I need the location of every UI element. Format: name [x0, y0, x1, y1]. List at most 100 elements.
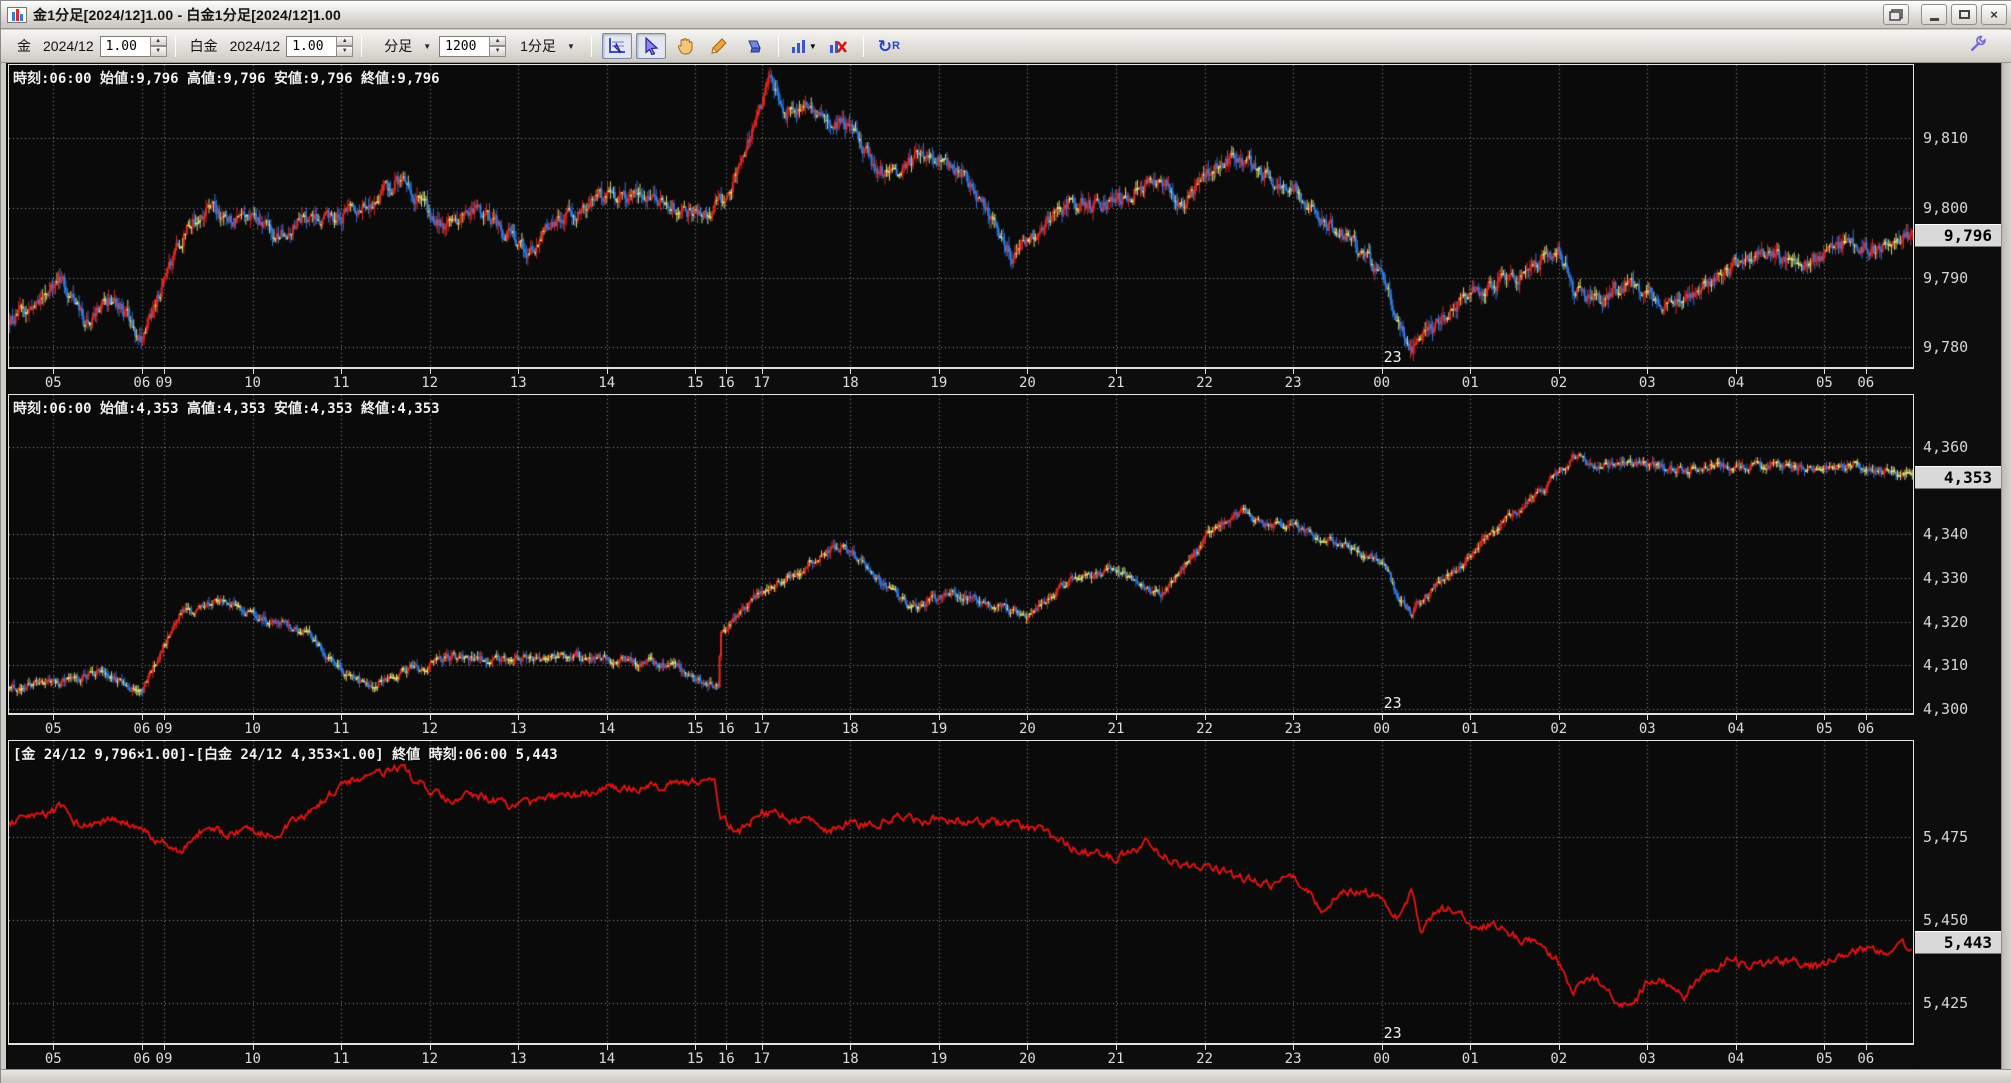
time-tick-label: 23	[1284, 721, 1302, 737]
time-tick-label: 13	[509, 721, 527, 737]
time-tick	[1115, 1045, 1117, 1050]
time-tick	[1735, 369, 1737, 374]
bar-chart-icon	[791, 40, 805, 53]
time-tick-label: 01	[1461, 375, 1479, 391]
time-tick	[341, 369, 343, 374]
chart-settings-button[interactable]	[601, 33, 632, 59]
toolbar: 金 2024/12 1.00 ▲ ▼ 白金 2024/12 1.00 ▲ ▼ 分足 …	[1, 30, 2011, 63]
gold-multiplier-down-button[interactable]: ▼	[149, 46, 167, 57]
time-tick-label: 04	[1727, 375, 1745, 391]
time-tick-label: 02	[1550, 375, 1568, 391]
time-tick-label: 05	[44, 375, 62, 391]
eraser-icon	[748, 40, 762, 52]
time-tick	[518, 369, 520, 374]
platinum-multiplier-up-button[interactable]: ▲	[336, 35, 354, 46]
time-tick-label: 06	[133, 375, 151, 391]
select-cursor-button[interactable]	[635, 33, 666, 59]
title-bar[interactable]: 金1分足[2024/12]1.00 - 白金1分足[2024/12]1.00 ×	[1, 1, 2011, 29]
time-tick	[938, 369, 940, 374]
time-tick	[163, 1045, 165, 1050]
time-tick-label: 05	[44, 1051, 62, 1067]
time-tick	[252, 369, 254, 374]
bar-type-dropdown[interactable]: 分足 ▼	[374, 34, 435, 58]
time-tick	[429, 715, 431, 720]
time-tick	[141, 369, 143, 374]
gold-multiplier-spinbox[interactable]: 1.00 ▲ ▼	[99, 35, 167, 57]
panel-2-time-axis: 05 06 09 10 11 12 13 14 15 16 17 18 19 20 21 22 23 00 01 02…	[8, 713, 1914, 739]
chevron-down-icon: ▼	[423, 41, 432, 51]
time-tick-label: 22	[1196, 721, 1213, 737]
panel-2-plot-canvas[interactable]	[8, 394, 1914, 714]
panel-3-date-marker: 23	[1383, 1024, 1402, 1042]
panel-1-plot-canvas[interactable]	[8, 64, 1914, 368]
time-tick-label: 14	[598, 721, 616, 737]
platinum-label: 白金	[189, 38, 218, 54]
time-tick	[1293, 715, 1295, 720]
time-tick	[761, 1045, 763, 1050]
price-tick-label: 4,310	[1923, 656, 1969, 675]
time-tick-label: 02	[1550, 1051, 1568, 1067]
toolbar-separator	[590, 35, 592, 57]
price-tick-label: 4,300	[1923, 699, 1969, 718]
panel-2-current-price-badge: 4,353	[1915, 465, 2001, 489]
pan-hand-button[interactable]	[670, 33, 700, 59]
toolbar-separator	[361, 35, 363, 57]
price-tick-label: 9,780	[1923, 338, 1969, 357]
minimize-button[interactable]	[1921, 4, 1947, 25]
time-tick-label: 21	[1107, 1051, 1125, 1067]
draw-line-button[interactable]	[704, 33, 734, 59]
time-tick	[761, 369, 763, 374]
close-button[interactable]: ×	[1981, 4, 2007, 25]
time-tick-label: 05	[1816, 1051, 1833, 1067]
price-tick-label: 5,450	[1923, 911, 1969, 930]
time-tick-label: 09	[155, 721, 173, 737]
bar-count-down-button[interactable]: ▼	[489, 46, 507, 57]
time-tick	[1293, 1045, 1295, 1050]
time-tick	[1735, 1045, 1737, 1050]
time-tick-label: 06	[1857, 375, 1875, 391]
bar-count-field[interactable]: 1200	[439, 35, 490, 57]
bar-count-spinbox[interactable]: 1200 ▲ ▼	[439, 35, 507, 57]
refresh-button[interactable]: ↻ R	[874, 33, 904, 59]
window-title: 金1分足[2024/12]1.00 - 白金1分足[2024/12]1.00	[33, 6, 341, 23]
platinum-multiplier-down-button[interactable]: ▼	[336, 46, 354, 57]
time-tick-label: 19	[930, 721, 948, 737]
erase-button[interactable]	[738, 33, 768, 59]
restore-layout-button[interactable]	[1883, 4, 1909, 25]
right-scroll-strip[interactable]	[2001, 63, 2011, 1069]
time-tick-label: 11	[332, 721, 350, 737]
bottom-scroll-strip[interactable]	[1, 1069, 2011, 1083]
time-tick-label: 23	[1284, 1051, 1302, 1067]
platinum-multiplier-field[interactable]: 1.00	[286, 35, 337, 57]
time-tick-label: 11	[332, 375, 350, 391]
gold-multiplier-up-button[interactable]: ▲	[149, 35, 167, 46]
platinum-multiplier-spinbox[interactable]: 1.00 ▲ ▼	[286, 35, 354, 57]
chart-settings-icon	[608, 38, 625, 54]
time-tick-label: 06	[1857, 1051, 1875, 1067]
time-tick	[1027, 1045, 1029, 1050]
panel-3-info-text: [金 24/12 9,796×1.00]-[白金 24/12 4,353×1.0…	[13, 747, 558, 763]
time-tick	[1470, 369, 1472, 374]
chart-type-button[interactable]: ▼	[789, 33, 819, 59]
time-tick-label: 18	[841, 721, 859, 737]
time-tick	[606, 369, 608, 374]
time-tick	[53, 1045, 55, 1050]
time-tick-label: 21	[1107, 375, 1125, 391]
panel-2-info-text: 時刻:06:00 始値:4,353 高値:4,353 安値:4,353 終値:4…	[13, 401, 440, 417]
bar-count-up-button[interactable]: ▲	[489, 35, 507, 46]
time-tick	[1381, 1045, 1383, 1050]
time-tick-label: 10	[244, 375, 261, 391]
interval-dropdown[interactable]: 1分足 ▼	[510, 34, 579, 58]
settings-wrench-button[interactable]	[1968, 34, 1988, 59]
toolbar-separator	[174, 35, 176, 57]
time-tick	[1204, 715, 1206, 720]
gold-multiplier-field[interactable]: 1.00	[99, 35, 150, 57]
time-tick-label: 06	[1857, 721, 1875, 737]
time-tick	[1381, 369, 1383, 374]
maximize-button[interactable]	[1951, 4, 1977, 25]
time-tick-label: 14	[598, 1051, 616, 1067]
remove-chart-button[interactable]	[823, 33, 853, 59]
panel-3-plot-canvas[interactable]	[8, 740, 1914, 1044]
price-tick-label: 9,800	[1923, 198, 1969, 217]
time-tick-label: 03	[1638, 721, 1656, 737]
